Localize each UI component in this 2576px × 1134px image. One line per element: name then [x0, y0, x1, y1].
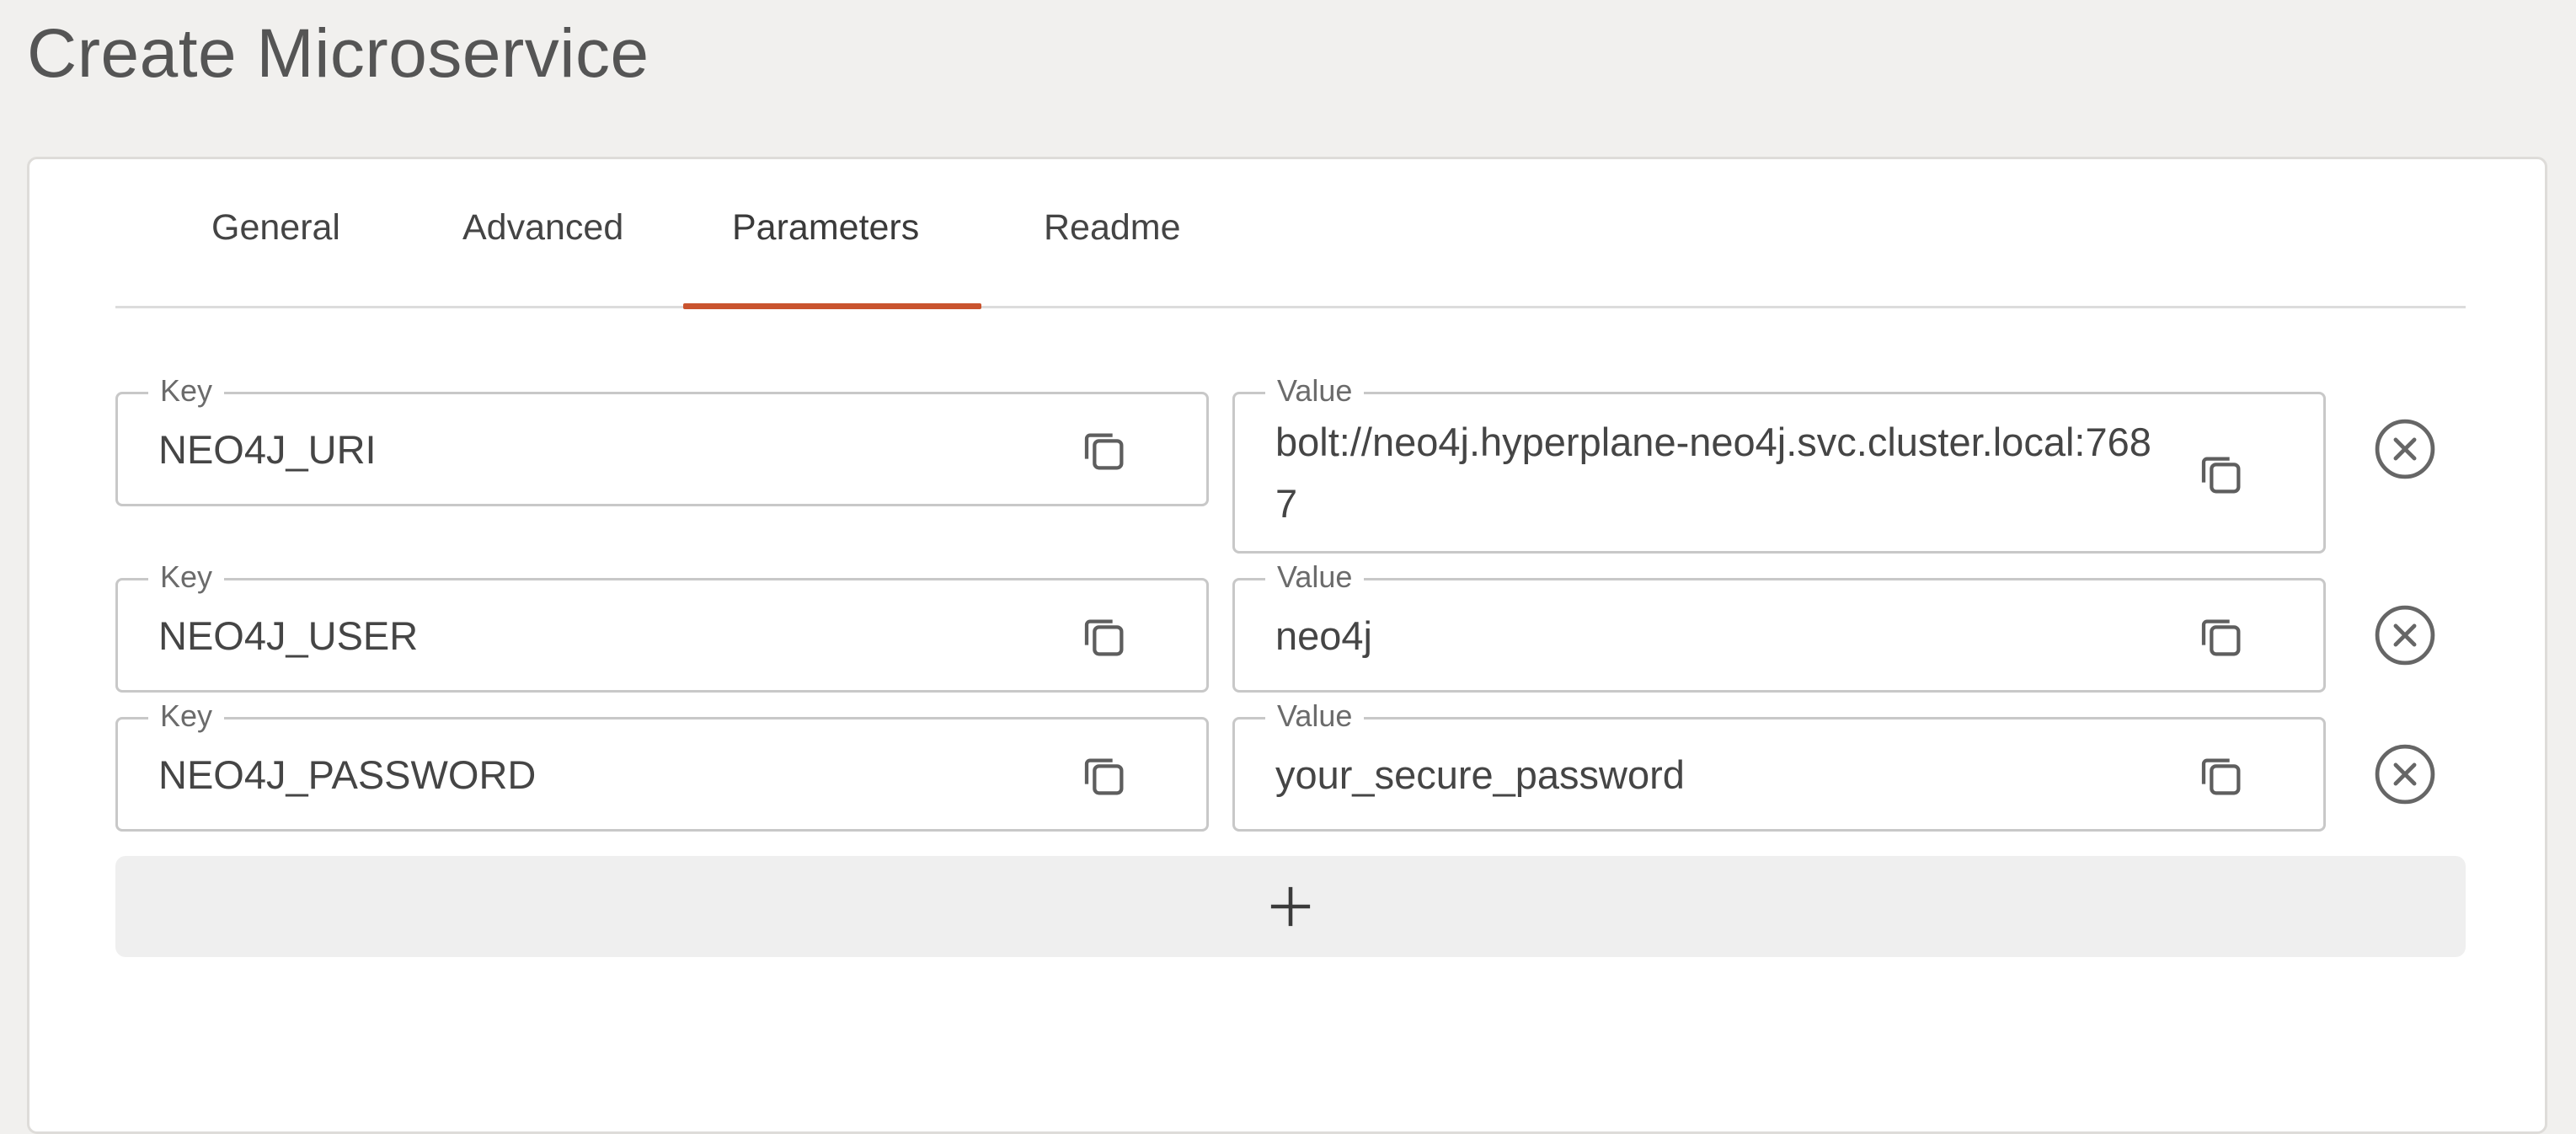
value-value[interactable]: your_secure_password — [1275, 744, 2163, 805]
key-value[interactable]: NEO4J_PASSWORD — [158, 744, 1046, 805]
copy-icon[interactable] — [1077, 748, 1130, 802]
tab-general[interactable]: General — [211, 206, 340, 249]
page-title: Create Microservice — [27, 15, 649, 92]
copy-icon[interactable] — [1077, 609, 1130, 663]
parameter-key-field[interactable]: Key NEO4J_PASSWORD — [115, 698, 1209, 832]
value-label: Value — [1265, 559, 1365, 596]
value-label: Value — [1265, 372, 1365, 409]
value-value[interactable]: bolt://neo4j.hyperplane-neo4j.svc.cluste… — [1275, 411, 2163, 534]
parameter-value-field[interactable]: Value neo4j — [1232, 559, 2326, 693]
key-value[interactable]: NEO4J_URI — [158, 419, 1046, 480]
close-circle-icon[interactable] — [2373, 417, 2437, 481]
parameter-value-field[interactable]: Value your_secure_password — [1232, 698, 2326, 832]
parameter-key-field[interactable]: Key NEO4J_USER — [115, 559, 1209, 693]
form-card: General Advanced Parameters Readme Key N… — [27, 157, 2547, 1134]
key-label: Key — [148, 372, 225, 409]
value-value[interactable]: neo4j — [1275, 605, 2163, 666]
copy-icon[interactable] — [2194, 609, 2247, 663]
parameter-value-field[interactable]: Value bolt://neo4j.hyperplane-neo4j.svc.… — [1232, 372, 2326, 554]
tab-parameters[interactable]: Parameters — [732, 206, 919, 249]
key-label: Key — [148, 698, 225, 735]
parameter-key-field[interactable]: Key NEO4J_URI — [115, 372, 1209, 506]
tab-readme[interactable]: Readme — [1044, 206, 1181, 249]
key-label: Key — [148, 559, 225, 596]
plus-icon — [1270, 886, 1311, 927]
copy-icon[interactable] — [2194, 447, 2247, 500]
key-value[interactable]: NEO4J_USER — [158, 605, 1046, 666]
tab-advanced[interactable]: Advanced — [462, 206, 623, 249]
close-circle-icon[interactable] — [2373, 742, 2437, 806]
value-label: Value — [1265, 698, 1365, 735]
active-tab-indicator — [683, 303, 981, 309]
copy-icon[interactable] — [2194, 748, 2247, 802]
tab-bar: General Advanced Parameters Readme — [115, 159, 2466, 309]
copy-icon[interactable] — [1077, 423, 1130, 477]
close-circle-icon[interactable] — [2373, 603, 2437, 667]
add-parameter-button[interactable] — [115, 856, 2466, 957]
